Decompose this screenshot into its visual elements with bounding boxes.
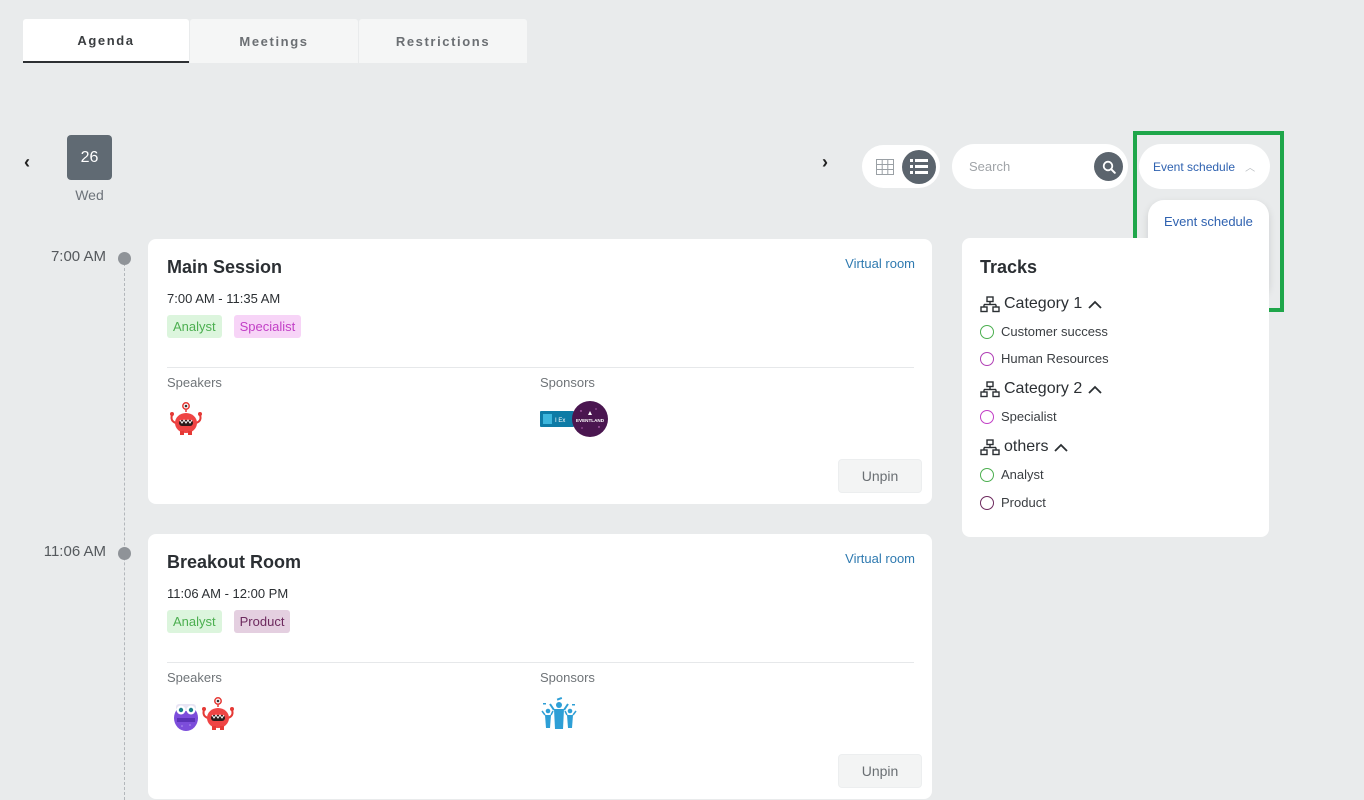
svg-text:EVENTLAND: EVENTLAND (576, 418, 605, 423)
timeline-dot (118, 547, 131, 560)
session-card[interactable]: Main Session Virtual room 7:00 AM - 11:3… (148, 239, 932, 504)
track-color-ring (980, 409, 994, 424)
track-item[interactable]: Human Resources (980, 351, 1109, 366)
tag-analyst: Analyst (167, 315, 222, 338)
tracks-title: Tracks (980, 257, 1038, 277)
tab-restrictions[interactable]: Restrictions (359, 19, 527, 63)
tab-meetings[interactable]: Meetings (190, 19, 358, 63)
session-title: Breakout Room (167, 552, 302, 572)
schedule-option-event[interactable]: Event schedule (1164, 214, 1253, 229)
track-label: Specialist (1001, 409, 1057, 424)
virtual-room-link[interactable]: Virtual room (845, 551, 915, 566)
category-name: Category 1 (1004, 295, 1083, 312)
eventland-sponsor-logo[interactable]: EVENTLAND (572, 401, 608, 437)
track-item[interactable]: Analyst (980, 467, 1044, 482)
tab-bar: Agenda Meetings Restrictions (23, 19, 528, 63)
date-weekday: Wed (75, 187, 104, 203)
track-label: Product (1001, 495, 1046, 510)
chevron-right-icon[interactable]: › (822, 152, 828, 173)
track-color-ring (980, 324, 994, 339)
search-icon (1102, 160, 1116, 174)
search-box (952, 144, 1128, 189)
speakers-label: Speakers (167, 375, 222, 390)
divider (167, 662, 914, 663)
session-time-range: 11:06 AM - 12:00 PM (167, 586, 289, 601)
grid-view-icon (876, 158, 894, 175)
session-tags: Analyst Specialist (167, 315, 313, 338)
sponsors-label: Sponsors (540, 375, 595, 390)
blue-sponsor-logo[interactable]: I Ex (540, 411, 574, 427)
speakers-label: Speakers (167, 670, 222, 685)
tag-product: Product (233, 610, 291, 633)
session-card[interactable]: Breakout Room Virtual room 11:06 AM - 12… (148, 534, 932, 799)
timeline-time: 11:06 AM (43, 543, 106, 560)
red-monster-avatar[interactable] (167, 401, 205, 439)
session-title: Main Session (167, 257, 283, 277)
list-view-button[interactable] (902, 149, 936, 184)
session-time-range: 7:00 AM - 11:35 AM (167, 291, 281, 306)
track-category-others[interactable]: others (980, 438, 1072, 456)
chevron-up-icon: ︿ (1245, 163, 1256, 174)
category-name: Category 2 (1004, 380, 1083, 397)
svg-text:I Ex: I Ex (555, 418, 565, 424)
search-button[interactable] (1094, 152, 1123, 181)
track-item[interactable]: Customer success (980, 324, 1108, 339)
view-toggle (862, 145, 940, 188)
virtual-room-link[interactable]: Virtual room (845, 256, 915, 271)
track-color-ring (980, 467, 994, 482)
track-item[interactable]: Specialist (980, 409, 1057, 424)
track-label: Analyst (1001, 467, 1044, 482)
chevron-left-icon[interactable]: ‹ (24, 152, 30, 173)
chevron-up-icon (1088, 300, 1102, 309)
tracks-panel: Tracks Category 1 Customer success Human… (962, 238, 1269, 537)
category-name: others (1004, 438, 1049, 455)
speakers-list (167, 401, 205, 439)
track-label: Customer success (1001, 324, 1108, 339)
timeline-time: 7:00 AM (50, 248, 106, 265)
track-category-1[interactable]: Category 1 (980, 295, 1106, 313)
track-item[interactable]: Product (980, 495, 1046, 510)
sponsors-list: I Ex EVENTLAND (540, 401, 608, 437)
track-label: Human Resources (1001, 351, 1109, 366)
tag-analyst: Analyst (167, 610, 222, 633)
session-tags: Analyst Product (167, 610, 302, 633)
tab-agenda[interactable]: Agenda (23, 19, 189, 63)
date-selector-day[interactable]: 26 (67, 135, 112, 180)
schedule-select-value: Event schedule (1153, 159, 1236, 174)
track-color-ring (980, 495, 994, 510)
chevron-up-icon (1054, 443, 1069, 452)
unpin-button[interactable]: Unpin (838, 459, 922, 493)
divider (167, 367, 914, 368)
track-color-ring (980, 351, 994, 366)
speakers-list (167, 696, 237, 734)
search-input[interactable] (969, 159, 1089, 174)
hierarchy-icon (980, 380, 1000, 397)
timeline-dot (118, 252, 131, 265)
hierarchy-icon (980, 438, 1000, 455)
graduates-sponsor-logo[interactable] (540, 696, 578, 732)
unpin-button[interactable]: Unpin (838, 754, 922, 788)
list-view-icon (910, 159, 928, 174)
hierarchy-icon (980, 295, 1000, 312)
schedule-select[interactable]: Event schedule ︿ (1139, 144, 1270, 189)
sponsors-label: Sponsors (540, 670, 595, 685)
track-category-2[interactable]: Category 2 (980, 380, 1106, 398)
timeline-line (124, 258, 125, 800)
date-number: 26 (80, 148, 99, 166)
tag-specialist: Specialist (233, 315, 302, 338)
red-monster-avatar[interactable] (199, 696, 237, 734)
grid-view-button[interactable] (874, 156, 896, 178)
sponsors-list (540, 696, 578, 732)
chevron-up-icon (1088, 385, 1102, 394)
